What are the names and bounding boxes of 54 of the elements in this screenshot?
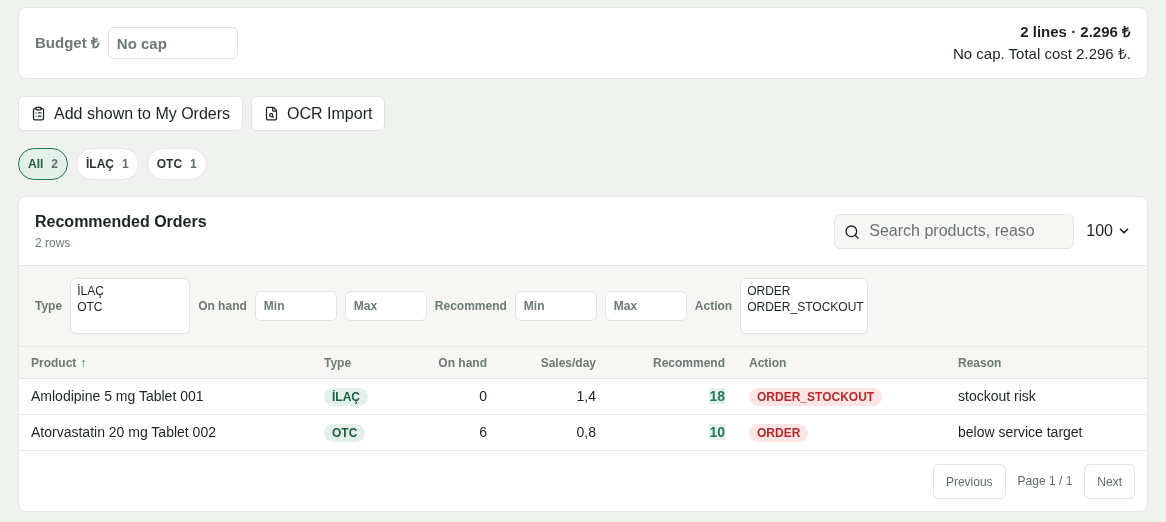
- on-hand-cell: 6: [479, 424, 487, 440]
- type-badge: İLAÇ: [324, 388, 368, 406]
- reason-cell: below service target: [958, 424, 1083, 440]
- product-cell: Amlodipine 5 mg Tablet 001: [31, 388, 204, 404]
- select-option[interactable]: İLAÇ: [77, 283, 184, 299]
- page-size-select[interactable]: 100: [1086, 219, 1131, 243]
- column-header[interactable]: Reason: [958, 355, 1002, 370]
- select-option[interactable]: OTC: [77, 299, 184, 315]
- action-badge: ORDER: [749, 424, 809, 442]
- column-header[interactable]: Action: [749, 355, 787, 370]
- filter-label: Recommend: [434, 298, 507, 315]
- column-header[interactable]: Type: [324, 355, 352, 370]
- filter-chip[interactable]: OTC 1: [146, 148, 207, 180]
- filter-chip[interactable]: İLAÇ 1: [76, 148, 139, 180]
- file-search-icon: [264, 106, 280, 121]
- reason-cell: stockout risk: [958, 388, 1036, 404]
- action-button[interactable]: Add shown to My Orders: [18, 96, 244, 131]
- clipboard-icon: [31, 106, 46, 121]
- summary-detail: No cap. Total cost 2.296 ₺.: [953, 44, 1131, 64]
- filter-label: On hand: [198, 298, 247, 315]
- filter-label: Type: [35, 298, 63, 315]
- filter-chip[interactable]: All 2: [18, 148, 69, 180]
- column-header[interactable]: Recommend: [652, 355, 725, 370]
- budget-field[interactable]: No cap: [107, 27, 238, 59]
- summary-headline: 2 lines · 2.296 ₺: [1020, 21, 1131, 42]
- filter-label: Action: [694, 298, 733, 315]
- column-header[interactable]: Sales/day: [540, 355, 596, 370]
- on-hand-cell: 0: [479, 388, 487, 404]
- max-field[interactable]: Max: [604, 291, 687, 321]
- select-option[interactable]: ORDER: [747, 283, 862, 299]
- select-option[interactable]: ORDER_STOCKOUT: [747, 299, 862, 315]
- max-field[interactable]: Max: [344, 291, 427, 321]
- min-field[interactable]: Min: [254, 291, 337, 321]
- recommend-cell: 18: [709, 388, 725, 404]
- next-button[interactable]: Next: [1084, 464, 1135, 499]
- column-header[interactable]: On hand: [438, 355, 487, 370]
- sales-per-day-cell: 1,4: [576, 388, 596, 404]
- page-indicator: Page 1 / 1: [1017, 473, 1073, 490]
- budget-label: Budget ₺: [35, 32, 100, 53]
- column-header[interactable]: Product ↑: [31, 355, 87, 370]
- previous-button[interactable]: Previous: [932, 464, 1006, 499]
- search-field[interactable]: Search products, reaso: [834, 213, 1075, 249]
- panel-subtitle: 2 rows: [35, 235, 72, 252]
- multi-select[interactable]: ORDER ORDER_STOCKOUT: [740, 278, 869, 334]
- product-cell: Atorvastatin 20 mg Tablet 002: [31, 424, 216, 440]
- action-badge: ORDER_STOCKOUT: [749, 388, 883, 406]
- search-icon: [844, 223, 861, 240]
- panel-title: Recommended Orders: [35, 212, 207, 232]
- recommend-cell: 10: [709, 424, 725, 440]
- multi-select[interactable]: İLAÇ OTC: [70, 278, 191, 334]
- type-badge: OTC: [324, 424, 366, 442]
- action-button[interactable]: OCR Import: [251, 96, 386, 131]
- min-field[interactable]: Min: [514, 291, 597, 321]
- sales-per-day-cell: 0,8: [576, 424, 596, 440]
